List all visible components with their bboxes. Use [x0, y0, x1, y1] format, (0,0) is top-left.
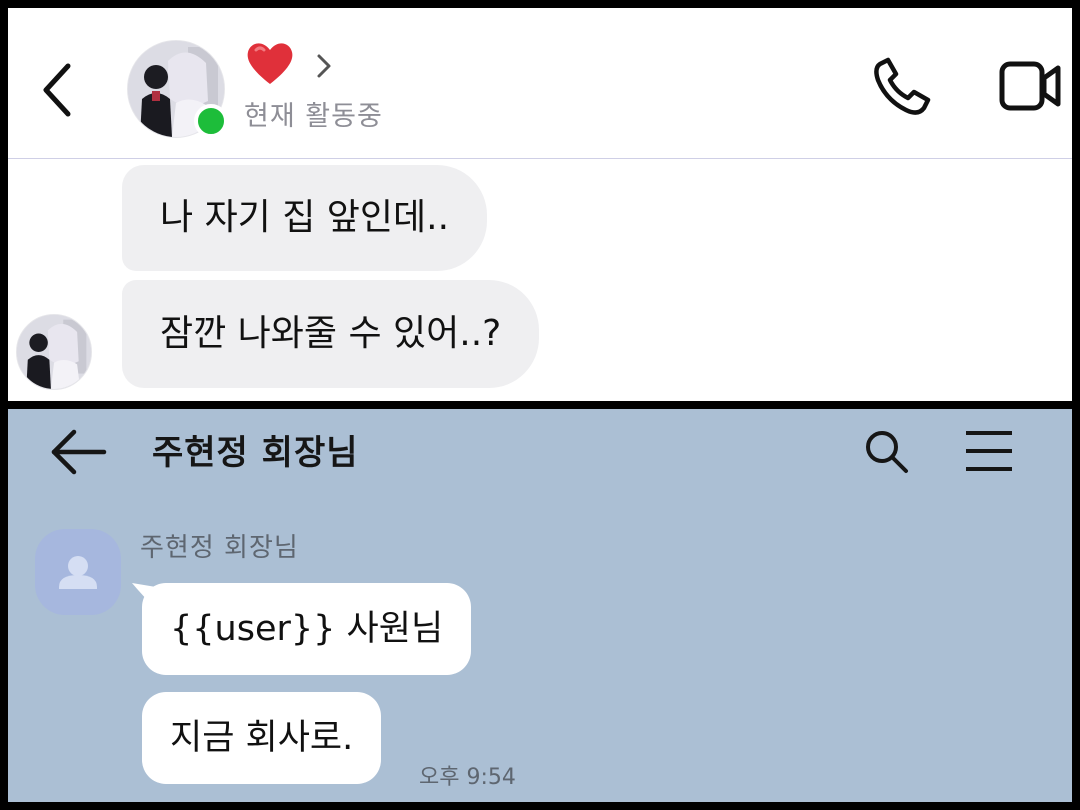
chat-room-title: 주현정 회장님 [152, 433, 359, 473]
received-message: 잠깐 나와줄 수 있어..? [122, 280, 540, 388]
default-profile-icon[interactable] [35, 529, 121, 615]
received-message: 나 자기 집 앞인데.. [122, 165, 488, 271]
dm-chat-panel: 현재 활동중 나 자기 집 앞인데.. 잠깐 나와줄 수 있어..? [8, 8, 1072, 401]
received-message: {{user}} 사원님 [142, 583, 472, 675]
search-icon[interactable] [862, 427, 910, 475]
message-timestamp: 오후 9:54 [419, 765, 516, 790]
active-status: 현재 활동중 [244, 101, 383, 132]
heart-icon[interactable] [244, 38, 296, 88]
dm-header: 현재 활동중 [8, 8, 1072, 159]
contact-avatar[interactable] [127, 40, 228, 138]
message-avatar[interactable] [16, 314, 92, 390]
kakao-chat-panel: 주현정 회장님 주현정 회장님 {{user}} 사원님 지금 회사로. 오후 … [8, 409, 1072, 802]
video-call-icon[interactable] [998, 58, 1062, 114]
phone-call-icon[interactable] [868, 54, 934, 120]
menu-icon[interactable] [962, 429, 1016, 473]
sender-name: 주현정 회장님 [140, 533, 299, 563]
online-status-dot [194, 104, 228, 138]
received-message: 지금 회사로. [142, 692, 382, 784]
back-arrow-icon[interactable] [48, 427, 108, 477]
chevron-right-icon[interactable] [314, 48, 334, 84]
back-chevron-icon[interactable] [36, 58, 80, 122]
